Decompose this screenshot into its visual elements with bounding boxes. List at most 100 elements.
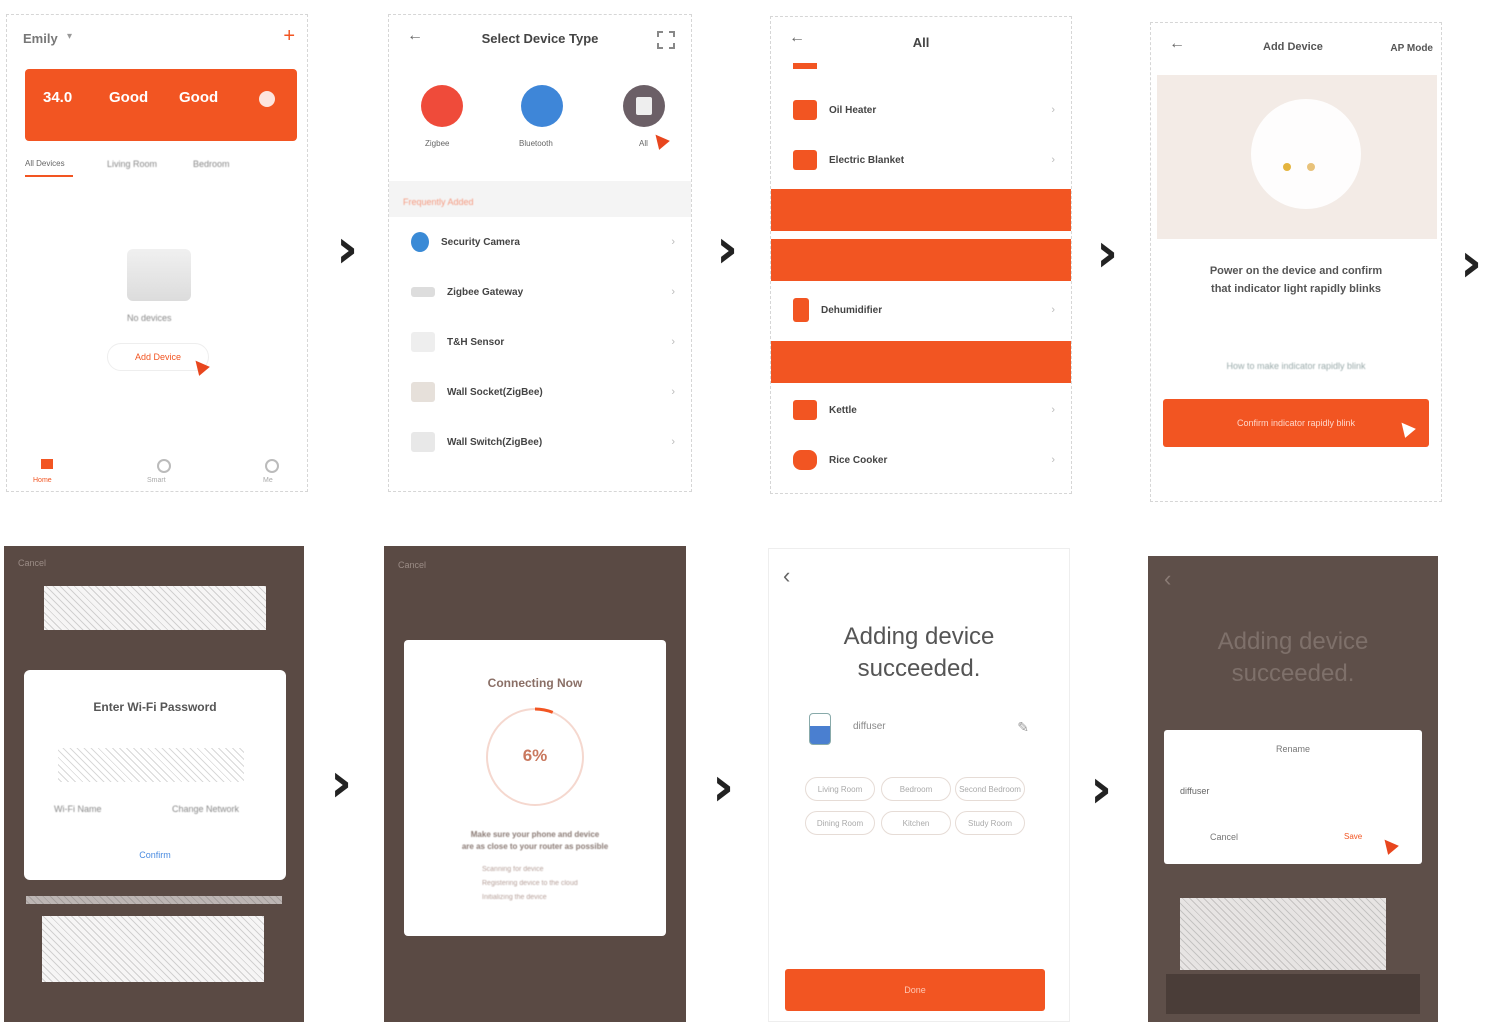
cancel-link[interactable]: Cancel [398,560,426,570]
save-button[interactable]: Save [1344,832,1362,841]
chevron-right-icon: › [1051,454,1055,466]
room-chip[interactable]: Bedroom [881,777,951,801]
cancel-button[interactable]: Cancel [1210,832,1238,842]
empty-text: No devices [127,313,172,323]
redacted-area [1180,898,1386,970]
user-name[interactable]: Emily [23,31,58,46]
page-title: All [912,35,930,50]
edit-pencil-icon[interactable]: ✎ [1017,719,1029,736]
rename-input[interactable]: diffuser [1180,786,1209,796]
device-illustration [1157,75,1437,239]
step-arrow-1: › [336,217,359,280]
help-link[interactable]: How to make indicator rapidly blink [1151,361,1441,371]
step-arrow-6: › [712,755,735,818]
back-chevron-icon[interactable]: ‹ [1164,566,1171,592]
cancel-link[interactable]: Cancel [18,558,46,568]
redacted-bar [771,189,1071,231]
mode-switch[interactable]: AP Mode [1390,43,1433,54]
rename-dialog: Rename diffuser Cancel Save [1164,730,1422,864]
type-label-bluetooth[interactable]: Bluetooth [519,139,553,148]
screen-rename: ‹ Adding device succeeded. Rename diffus… [1148,556,1438,1022]
type-label-zigbee[interactable]: Zigbee [425,139,449,148]
humidity: Good [179,89,219,106]
step-arrow-3: › [1096,221,1119,284]
success-title-1: Adding device [1217,628,1369,655]
list-item[interactable]: Oil Heater › [771,85,1071,135]
page-title: Add Device [1263,41,1323,53]
nav-home-icon[interactable] [41,459,53,469]
back-arrow-icon[interactable]: ← [1169,35,1185,53]
connecting-dialog: Connecting Now 6% Make sure your phone a… [404,640,666,936]
nav-me-label[interactable]: Me [263,477,273,484]
list-item[interactable]: Zigbee Gateway › [389,267,691,317]
change-network-link[interactable]: Change Network [172,804,239,814]
room-chip[interactable]: Kitchen [881,811,951,835]
chevron-right-icon: › [671,336,675,348]
chevron-right-icon: › [1051,304,1055,316]
list-item[interactable]: Security Camera › [389,217,691,267]
nav-smart-label[interactable]: Smart [147,477,166,484]
room-chip[interactable]: Dining Room [805,811,875,835]
confirm-blink-button[interactable]: Confirm indicator rapidly blink [1163,399,1429,447]
list-item[interactable]: Rice Cooker › [771,435,1071,485]
room-chip[interactable]: Study Room [955,811,1025,835]
list-item[interactable]: Electric Blanket › [771,135,1071,185]
page-title: Select Device Type [481,31,599,46]
weather-icon [259,91,275,107]
plus-icon[interactable]: + [283,25,295,48]
nav-smart-icon[interactable] [157,459,171,473]
chevron-right-icon: › [671,436,675,448]
gateway-icon [411,287,435,297]
password-field[interactable] [58,748,244,782]
tab-bedroom[interactable]: Bedroom [193,159,230,169]
cursor-arrow-icon [1379,835,1399,855]
air-quality: Good [109,89,149,106]
screen-home: Emily ▾ + 34.0 Good Good All Devices Liv… [6,14,308,492]
all-devices-icon[interactable] [623,85,665,127]
dialog-title: Enter Wi-Fi Password [93,700,217,714]
confirm-blink-label: Confirm indicator rapidly blink [1236,418,1356,428]
nav-me-icon[interactable] [265,459,279,473]
redacted-area [42,916,264,982]
weather-banner: 34.0 Good Good [25,69,297,141]
success-title-1: Adding device [843,623,995,650]
disabled-done-bar [1166,974,1420,1014]
switch-icon [411,432,435,452]
progress-percent: 6% [522,746,548,765]
chevron-right-icon: › [1051,154,1055,166]
done-button[interactable]: Done [785,969,1045,1011]
device-square-icon [636,97,652,115]
room-chip[interactable]: Living Room [805,777,875,801]
sensor-icon [411,332,435,352]
tab-all-devices[interactable]: All Devices [25,159,65,168]
wifi-dialog: Enter Wi-Fi Password Wi-Fi Name Change N… [24,670,286,880]
screen-success: ‹ Adding device succeeded. diffuser ✎ Li… [768,548,1070,1022]
tab-living-room[interactable]: Living Room [107,159,157,169]
blanket-icon [793,150,817,170]
type-label-all[interactable]: All [639,139,648,148]
nav-home-label[interactable]: Home [33,477,52,484]
done-label: Done [904,985,926,995]
success-title-2: succeeded. [857,655,981,682]
chevron-down-icon[interactable]: ▾ [67,31,72,42]
temperature: 34.0 [43,89,73,106]
zigbee-icon[interactable] [421,85,463,127]
success-title-2: succeeded. [1231,660,1355,687]
chevron-right-icon: › [1051,104,1055,116]
bluetooth-icon[interactable] [521,85,563,127]
kettle-icon [793,400,817,420]
step-arrow-7: › [1090,757,1113,820]
wifi-name-label: Wi-Fi Name [54,804,102,814]
scan-icon[interactable] [657,31,675,49]
list-item[interactable]: Dehumidifier › [771,285,1071,335]
list-item[interactable]: Kettle › [771,385,1071,435]
section-band: Frequently Added [389,181,691,217]
confirm-button[interactable]: Confirm [24,850,286,860]
add-device-label: Add Device [134,352,182,362]
list-item[interactable]: Wall Socket(ZigBee) › [389,367,691,417]
step-arrow-4: › [1460,231,1483,294]
list-item[interactable]: T&H Sensor › [389,317,691,367]
back-chevron-icon[interactable]: ‹ [783,563,790,589]
list-item[interactable]: Wall Switch(ZigBee) › [389,417,691,467]
room-chip[interactable]: Second Bedroom [955,777,1025,801]
